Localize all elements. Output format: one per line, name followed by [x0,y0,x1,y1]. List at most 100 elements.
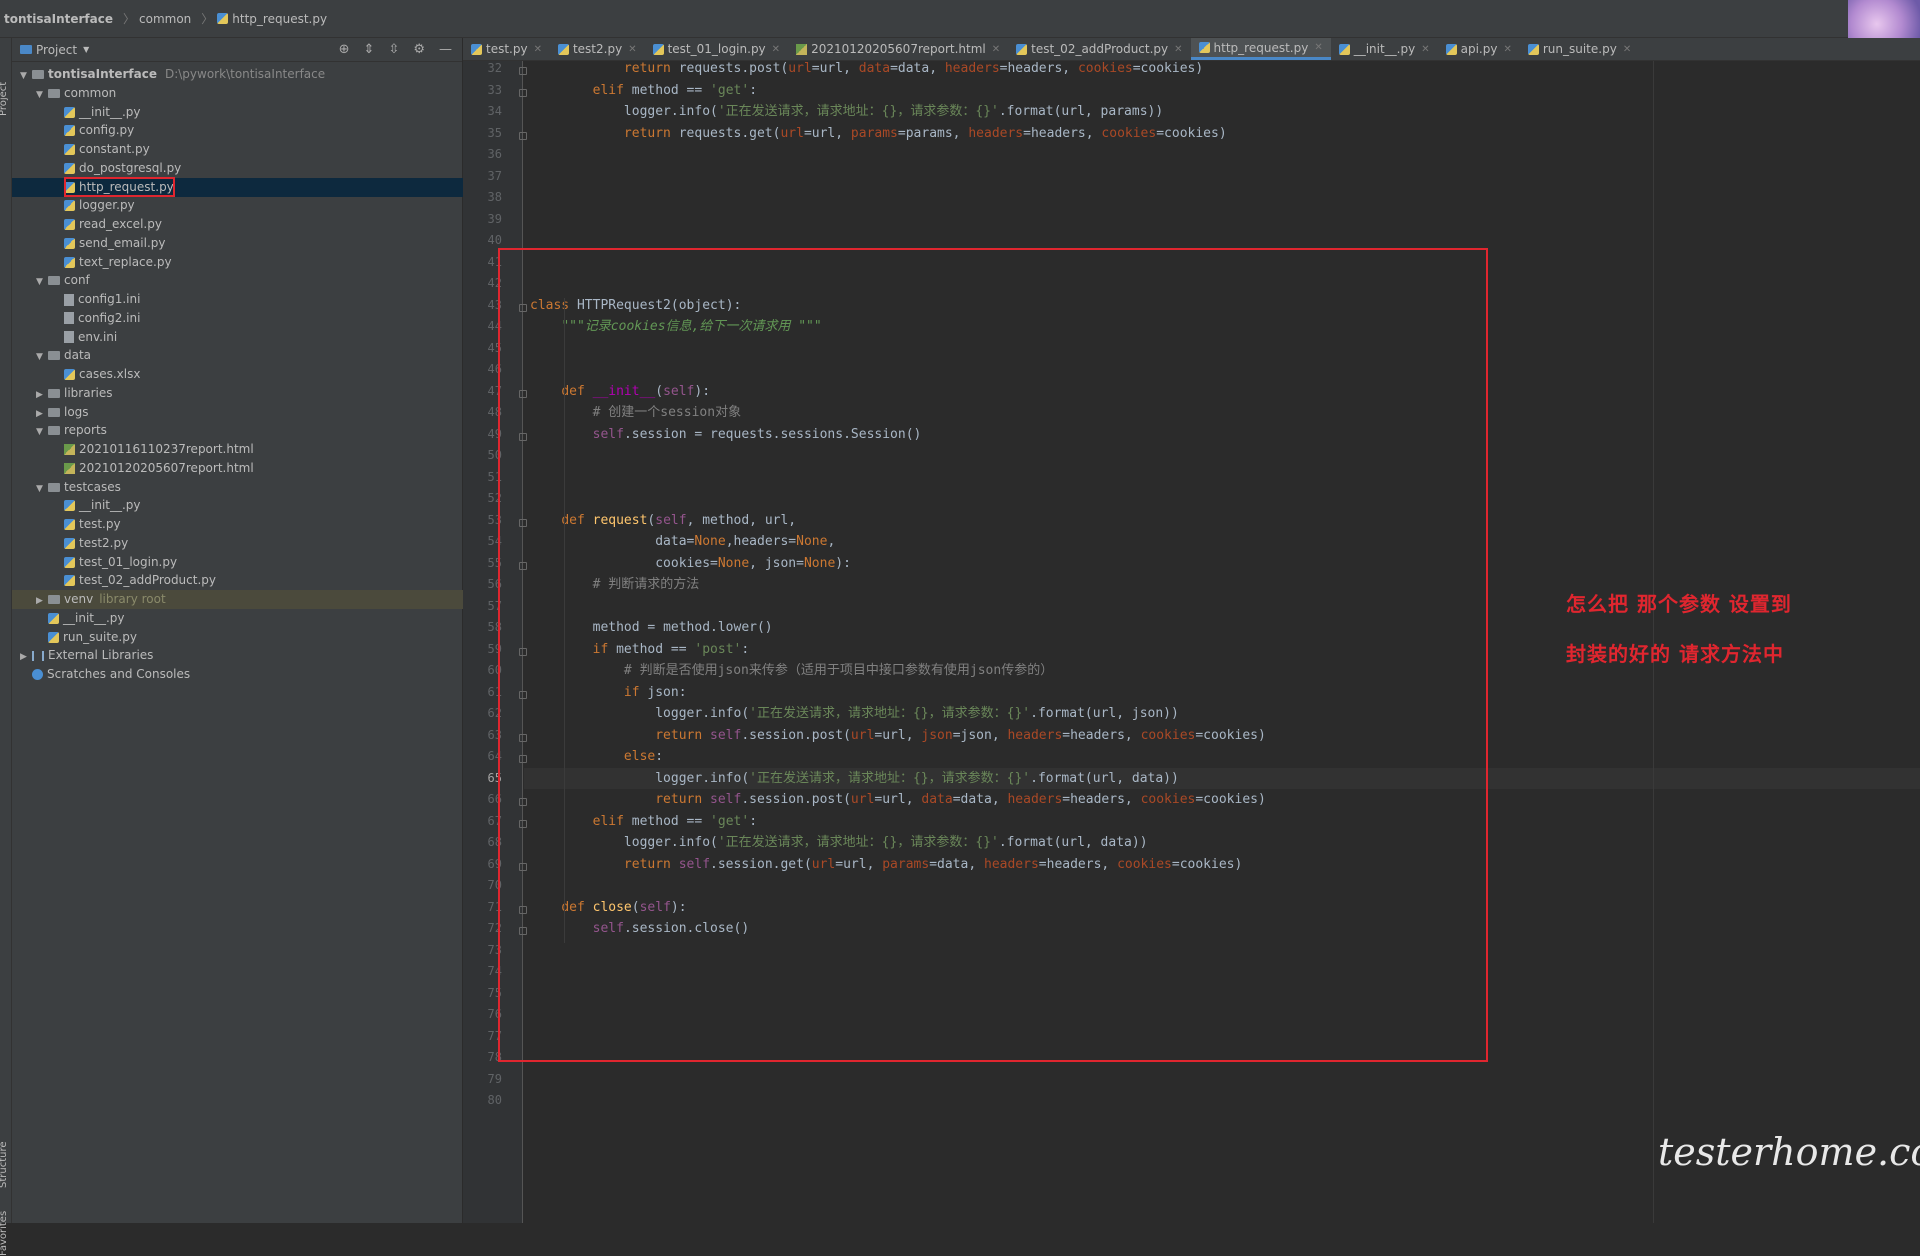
tree-item-label: test_02_addProduct.py [79,573,216,588]
tree-item[interactable]: __init__.py [12,609,487,628]
python-file-icon [1016,43,1028,55]
code-token: 'get' [710,82,750,98]
tree-item[interactable]: config.py [12,121,503,140]
tree-item[interactable]: ▶ libraries [12,384,487,403]
file-icon [64,312,74,325]
tree-item[interactable]: cases.xlsx [12,365,503,384]
tree-item[interactable]: 20210120205607report.html [12,459,503,478]
editor-tab[interactable]: test.py ✕ [463,38,550,60]
tree-item[interactable]: ▶ External Libraries [12,646,471,665]
tree-item[interactable]: ▼ conf [12,271,487,290]
code-token: data [858,61,891,76]
tree-item[interactable]: ▶ venv library root [12,590,487,609]
collapse-all-icon[interactable]: ⇳ [388,42,399,57]
line-number: 56 [487,577,502,591]
close-icon[interactable]: ✕ [1623,44,1631,55]
file-icon [64,331,74,343]
close-icon[interactable]: ✕ [1314,42,1322,53]
project-view-dropdown[interactable]: Project [36,43,77,57]
line-number: 55 [487,555,502,570]
tree-item[interactable]: __init__.py [12,103,503,122]
tree-item-label: testcases [64,479,121,494]
tree-item[interactable]: config2.ini [12,309,503,328]
breadcrumb-item[interactable]: tontisaInterface [4,12,113,26]
tree-item[interactable]: read_excel.py [12,215,503,234]
line-number: 38 [487,190,502,204]
gear-icon[interactable]: ⚙ [413,42,425,57]
tree-item[interactable]: Scratches and Consoles [12,665,471,684]
python-file-icon [64,162,75,174]
line-number: 62 [487,706,502,720]
line-number: 68 [487,835,502,849]
line-number: 70 [487,878,502,892]
tree-item[interactable]: do_postgresql.py [12,159,503,178]
code-token: headers [968,125,1024,141]
structure-tool-button[interactable]: Structure [0,1141,9,1188]
tree-item[interactable]: constant.py [12,140,503,159]
breadcrumb-item[interactable]: http_request.py [232,12,327,26]
tree-item[interactable]: 20210116110237report.html [12,440,503,459]
code-token: =headers, [999,61,1078,76]
project-toolbar: Project ▼ ⊕ ⇕ ⇳ ⚙ — [12,38,462,62]
close-icon[interactable]: ✕ [772,44,780,55]
tree-item[interactable]: test_01_login.py [12,553,503,572]
tree-item-label: __init__.py [79,104,141,119]
folder-icon [48,595,60,604]
code-token: requests.post( [678,61,789,76]
line-number: 39 [487,211,502,226]
favorites-tool-button[interactable]: Favorites [0,1211,9,1256]
tree-item[interactable]: ▼ common [12,84,487,103]
breadcrumb-item[interactable]: common [139,12,191,26]
expand-all-icon[interactable]: ⇕ [364,42,375,57]
tree-item[interactable]: text_replace.py [12,253,503,272]
editor-tab-label: __init__.py [1353,42,1416,56]
editor-tab[interactable]: http_request.py ✕ [1190,38,1331,60]
close-icon[interactable]: ✕ [628,44,636,55]
tree-item[interactable]: test.py [12,515,503,534]
tree-item[interactable]: ▼ data [12,346,487,365]
editor-tab[interactable]: 20210120205607report.html ✕ [788,38,1008,60]
line-number: 66 [487,792,502,806]
tree-item[interactable]: logger.py [12,196,503,215]
tree-item[interactable]: run_suite.py [12,628,487,647]
tree-item-label: venv [64,592,94,606]
line-number: 61 [487,684,502,699]
chevron-down-icon[interactable]: ▼ [83,45,89,54]
tree-item[interactable]: ▼ reports [12,421,487,440]
editor-tab[interactable]: test_01_login.py ✕ [645,38,788,60]
code-highlight-box [498,248,1488,1062]
python-file-icon [217,13,229,24]
python-file-icon [557,43,569,55]
code-token: .format(url, params)) [998,104,1164,119]
editor-tab[interactable]: api.py ✕ [1438,38,1520,60]
python-file-icon [471,43,482,55]
line-number: 75 [487,985,502,1000]
close-icon[interactable]: ✕ [1421,44,1429,55]
close-icon[interactable]: ✕ [1503,44,1511,55]
editor-tab[interactable]: run_suite.py ✕ [1520,38,1639,60]
editor-tab[interactable]: test_02_addProduct.py ✕ [1008,38,1190,60]
breadcrumb: tontisaInterface 〉 common 〉 http_request.py [0,0,1920,38]
tree-item[interactable]: send_email.py [12,234,503,253]
library-icon [32,650,44,661]
project-tool-button[interactable]: Project [0,82,9,116]
close-icon[interactable]: ✕ [534,44,542,55]
tree-item[interactable]: ▼ tontisaInterface D:\pywork\tontisaInterf… [12,65,471,84]
close-icon[interactable]: ✕ [1174,44,1182,55]
tree-item[interactable]: test_02_addProduct.py [12,571,503,590]
tree-item[interactable]: config1.ini [12,290,503,309]
line-number: 44 [487,319,502,333]
tree-item[interactable]: env.ini [12,328,503,347]
editor-tab[interactable]: test2.py ✕ [550,38,645,60]
tree-item[interactable]: __init__.py [12,496,503,515]
line-number: 49 [487,426,502,441]
editor-tab[interactable]: __init__.py ✕ [1331,38,1438,60]
hide-icon[interactable]: — [439,42,452,57]
locate-icon[interactable]: ⊕ [339,42,350,57]
code-token: method == [631,82,711,98]
tree-item[interactable]: ▶ logs [12,403,487,422]
tree-item[interactable]: test2.py [12,534,503,553]
tree-item[interactable]: ▼ testcases [12,478,487,497]
close-icon[interactable]: ✕ [992,44,1000,55]
